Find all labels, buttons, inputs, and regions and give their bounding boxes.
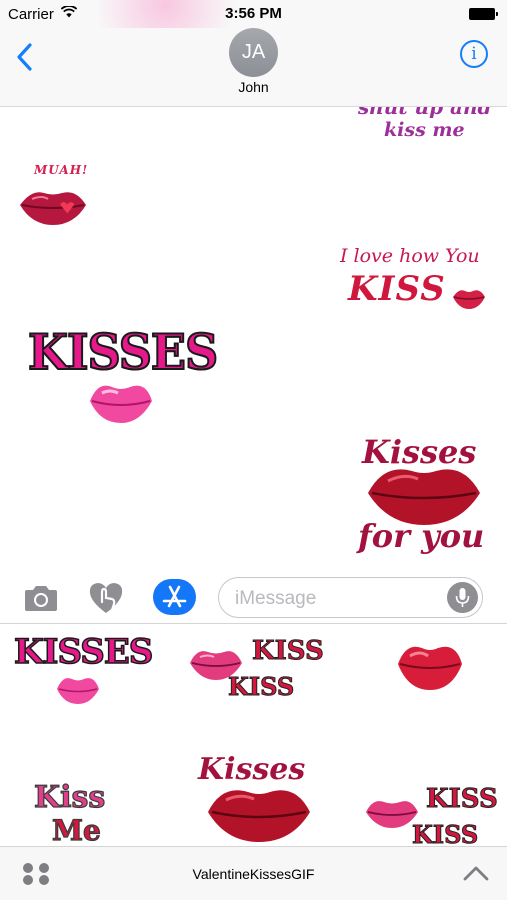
battery-icon bbox=[469, 8, 498, 20]
contact-name[interactable]: John bbox=[0, 79, 507, 95]
info-icon[interactable]: i bbox=[460, 40, 488, 68]
sticker-caption: KISSES bbox=[27, 323, 219, 382]
sticker-drawer: KISSES KISS KISS Kiss Me Kisses KISS KIS… bbox=[0, 624, 507, 846]
status-bar: Carrier 3:56 PM bbox=[0, 0, 507, 70]
lips-graphic bbox=[90, 385, 152, 423]
sticker-text-line1: shut up and bbox=[358, 107, 492, 119]
digital-touch-heart-icon[interactable] bbox=[87, 580, 125, 616]
app-store-icon bbox=[162, 585, 187, 608]
drawer-sticker-kisses-lips[interactable]: Kisses bbox=[194, 752, 324, 846]
drawer-sticker-kisses[interactable]: KISSES bbox=[12, 630, 154, 712]
sticker-caption: MUAH! bbox=[34, 163, 89, 177]
clock: 3:56 PM bbox=[225, 5, 282, 22]
sticker-text-line2: KISS bbox=[411, 820, 479, 847]
microphone-button[interactable] bbox=[447, 582, 478, 613]
message-input[interactable]: iMessage bbox=[218, 577, 483, 618]
app-store-button[interactable] bbox=[153, 579, 196, 615]
sticker-i-love-how-you-kiss[interactable]: I love how You KISS bbox=[338, 241, 494, 315]
sticker-muah[interactable]: MUAH! bbox=[18, 163, 90, 231]
imessage-screen: Carrier 3:56 PM JA John i shut up and ki… bbox=[0, 0, 507, 900]
sticker-kisses[interactable]: KISSES bbox=[24, 321, 219, 425]
sticker-text-line1: KISS bbox=[426, 784, 499, 815]
lips-graphic bbox=[208, 790, 310, 842]
lips-graphic bbox=[57, 678, 99, 704]
drawer-sticker-red-lips[interactable] bbox=[394, 638, 466, 694]
message-input-placeholder: iMessage bbox=[235, 588, 317, 609]
sticker-text-line2: Me bbox=[51, 813, 101, 846]
sticker-shut-up-and-kiss-me[interactable]: shut up and kiss me bbox=[352, 107, 494, 145]
drawer-sticker-kiss-kiss[interactable]: KISS KISS bbox=[188, 636, 324, 706]
sticker-text-line2: for you bbox=[358, 517, 485, 555]
sticker-text-line1: KISS bbox=[252, 636, 325, 667]
contact-avatar[interactable]: JA bbox=[229, 28, 278, 77]
sticker-caption: KISSES bbox=[13, 631, 154, 673]
drawer-sticker-kiss-me[interactable]: Kiss Me bbox=[33, 779, 130, 846]
sticker-text-line2: KISS bbox=[227, 672, 295, 702]
back-chevron-icon[interactable] bbox=[14, 42, 36, 72]
sticker-text-line1: Kiss bbox=[33, 779, 106, 815]
chevron-up-icon[interactable] bbox=[462, 864, 490, 882]
sticker-text-line1: I love how You bbox=[340, 245, 480, 267]
camera-icon[interactable] bbox=[23, 584, 59, 612]
app-name: ValentineKissesGIF bbox=[192, 866, 315, 882]
lips-graphic bbox=[453, 290, 485, 309]
sticker-text-line2: kiss me bbox=[384, 119, 465, 141]
microphone-icon bbox=[455, 588, 470, 607]
lips-graphic bbox=[398, 646, 462, 690]
sticker-kisses-for-you[interactable]: Kisses for you bbox=[344, 433, 494, 559]
conversation-area: shut up and kiss me MUAH! I love how You… bbox=[0, 107, 507, 572]
conversation-header: JA John i bbox=[0, 28, 507, 107]
sticker-text-line2: KISS bbox=[348, 269, 446, 309]
drawer-sticker-kiss-kiss-2[interactable]: KISS KISS bbox=[364, 784, 498, 847]
app-drawer-bar: ValentineKissesGIF bbox=[0, 846, 507, 900]
lips-graphic bbox=[20, 192, 86, 225]
compose-bar: iMessage bbox=[0, 572, 507, 624]
